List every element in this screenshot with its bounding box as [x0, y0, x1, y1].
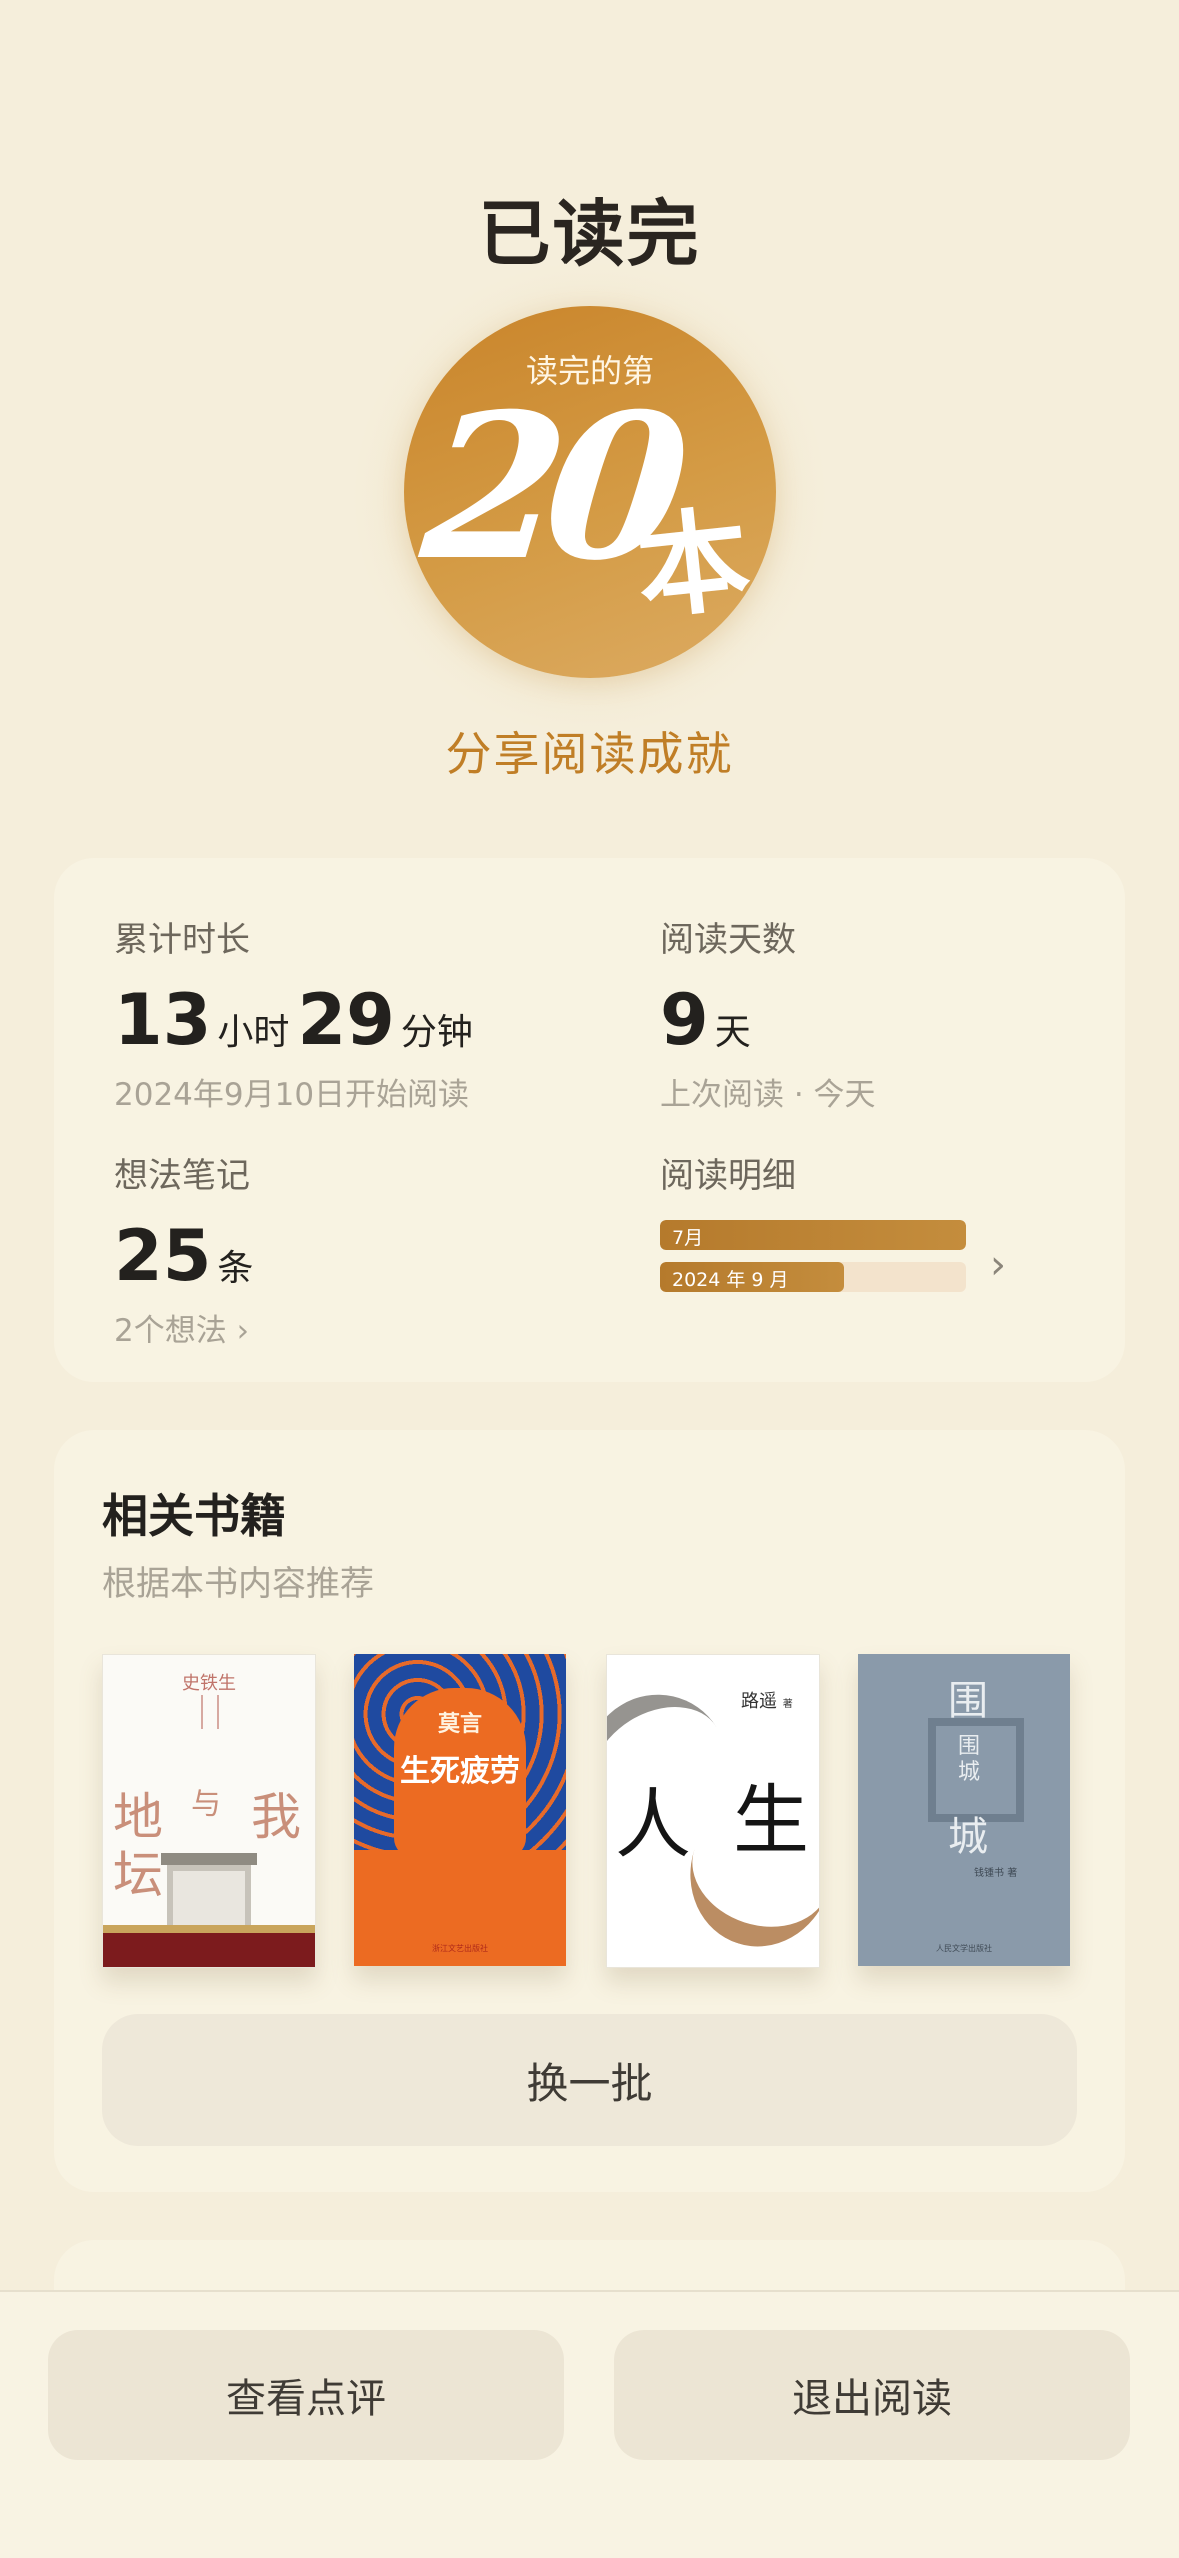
- detail-bar: 2024 年 9 月: [660, 1262, 966, 1292]
- book-author-name: 钱锺书: [974, 1868, 1004, 1879]
- chevron-right-icon: ›: [236, 1313, 249, 1349]
- book-publisher: 浙江文艺出版社: [432, 1944, 488, 1953]
- book-author: 路遥 著: [741, 1687, 793, 1713]
- book-decor: [201, 1695, 219, 1729]
- total-time-stat: 累计时长 13 小时 29 分钟 2024年9月10日开始阅读: [114, 912, 481, 1114]
- achievement-badge[interactable]: 读完的第 20 本: [404, 306, 776, 678]
- book-cover-4[interactable]: 围 围城 城 钱锺书 著 人民文学出版社: [858, 1654, 1070, 1966]
- reading-detail-bars[interactable]: 7月 2024 年 9 月 ›: [660, 1220, 1006, 1304]
- notes-label: 想法笔记: [114, 1156, 250, 1196]
- reading-detail-stat[interactable]: 阅读明细: [660, 1148, 796, 1197]
- hours-unit: 小时: [217, 1012, 290, 1053]
- reading-days-stat: 阅读天数 9天 上次阅读 · 今天: [660, 912, 876, 1114]
- detail-bar-label: 7月: [672, 1227, 704, 1249]
- book-author: 钱锺书 著: [974, 1864, 1017, 1879]
- book-gate-roof: [161, 1853, 257, 1865]
- minutes-value: 29: [297, 979, 395, 1061]
- book-cover-3[interactable]: 路遥 著 人 生: [606, 1654, 820, 1968]
- book-cover-2[interactable]: 莫言 生死疲劳 浙江文艺出版社: [354, 1654, 566, 1966]
- book-title-char: 生: [733, 1776, 809, 1865]
- days-unit: 天: [714, 1012, 751, 1053]
- book-cover-1[interactable]: 史铁生 地 与 我 坛: [102, 1654, 316, 1968]
- start-date-text: 2024年9月10日开始阅读: [114, 1077, 470, 1113]
- chevron-right-icon[interactable]: ›: [990, 1242, 1006, 1288]
- notes-unit: 条: [217, 1248, 254, 1289]
- detail-bar: 7月: [660, 1220, 966, 1250]
- reading-detail-label: 阅读明细: [660, 1156, 796, 1196]
- total-time-label: 累计时长: [114, 920, 250, 960]
- view-reviews-button[interactable]: 查看点评: [48, 2330, 564, 2460]
- share-achievement-link[interactable]: 分享阅读成就: [0, 718, 1179, 784]
- book-title-char: 坛: [113, 1846, 163, 1904]
- reading-stats-card: 累计时长 13 小时 29 分钟 2024年9月10日开始阅读 阅读天数 9天 上次阅…: [54, 858, 1125, 1382]
- book-title: 生死疲劳: [400, 1754, 520, 1789]
- reading-days-value: 9天: [660, 979, 876, 1061]
- notes-count: 25: [114, 1215, 212, 1297]
- book-author-suffix: 著: [782, 1699, 793, 1710]
- book-title-char: 城: [948, 1814, 988, 1860]
- section-title: 相关书籍: [102, 1489, 286, 1543]
- hours-value: 13: [114, 979, 212, 1061]
- refresh-books-button[interactable]: 换一批: [102, 2014, 1077, 2146]
- book-title-char: 我: [251, 1788, 301, 1846]
- book-author: 莫言: [437, 1712, 482, 1737]
- bottom-action-bar: 查看点评 退出阅读: [0, 2290, 1179, 2558]
- reading-days-label: 阅读天数: [660, 920, 796, 960]
- days-value: 9: [660, 979, 709, 1061]
- section-subtitle: 根据本书内容推荐: [102, 1564, 374, 1604]
- last-read-text: 上次阅读 · 今天: [660, 1077, 876, 1113]
- book-publisher: 人民文学出版社: [936, 1944, 992, 1953]
- related-books-card: 相关书籍 根据本书内容推荐 史铁生 地 与 我 坛 莫言 生死疲劳 浙江文艺出版…: [54, 1430, 1125, 2192]
- thoughts-link[interactable]: 2个想法 ›: [114, 1305, 261, 1350]
- book-title-char: 人: [615, 1780, 691, 1869]
- book-center-title: 围城: [957, 1734, 980, 1785]
- minutes-unit: 分钟: [400, 1012, 473, 1053]
- book-author-name: 路遥: [741, 1691, 777, 1712]
- detail-bar-fill: [660, 1220, 966, 1250]
- book-title-char: 与: [191, 1787, 221, 1822]
- notes-value: 25 条: [114, 1215, 261, 1297]
- total-time-value: 13 小时 29 分钟: [114, 979, 481, 1061]
- book-author: 史铁生: [182, 1673, 236, 1694]
- notes-stat[interactable]: 想法笔记 25 条 2个想法 ›: [114, 1148, 261, 1350]
- book-wall-image: [103, 1925, 315, 1967]
- book-author-suffix: 著: [1007, 1868, 1018, 1879]
- badge-unit: 本: [630, 493, 756, 636]
- exit-reading-button[interactable]: 退出阅读: [614, 2330, 1130, 2460]
- thoughts-count-text: 2个想法: [114, 1313, 227, 1349]
- detail-bar-label: 2024 年 9 月: [672, 1269, 789, 1291]
